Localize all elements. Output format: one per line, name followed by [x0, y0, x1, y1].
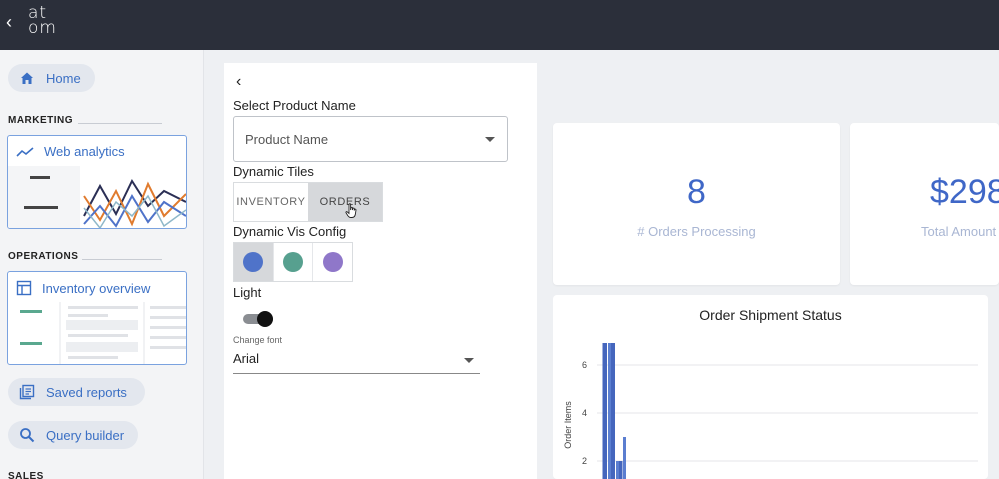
dropdown-caret-icon — [464, 358, 474, 363]
home-label: Home — [46, 70, 81, 86]
web-analytics-card[interactable]: Web analytics — [7, 135, 187, 229]
switch-knob — [257, 311, 273, 327]
web-analytics-title: Web analytics — [16, 144, 125, 159]
sidebar: Home MARKETING Web analytics OPERATIONS … — [0, 50, 204, 479]
inventory-overview-title: Inventory overview — [16, 280, 150, 296]
back-chevron-icon[interactable]: ‹ — [236, 73, 241, 91]
atom-logo[interactable]: at om — [28, 5, 57, 38]
query-builder-label: Query builder — [46, 427, 125, 443]
config-panel: ‹ Select Product Name Product Name Dynam… — [224, 63, 537, 479]
total-amount-value: $298 — [930, 173, 999, 211]
blue-dot — [243, 252, 264, 272]
y-tick-label: 4 — [582, 408, 587, 418]
color-swatch-blue[interactable] — [234, 243, 274, 281]
chart-bar[interactable] — [611, 343, 615, 479]
order-shipment-chart: Order Shipment Status Order Items 246 — [553, 295, 988, 479]
y-tick-label: 2 — [582, 456, 587, 466]
hand-cursor-icon — [345, 203, 357, 218]
inventory-overview-label: Inventory overview — [42, 280, 151, 296]
table-icon — [16, 280, 32, 296]
saved-reports-label: Saved reports — [46, 384, 127, 400]
sidebar-item-saved-reports[interactable]: Saved reports — [8, 378, 145, 406]
light-toggle-switch[interactable] — [243, 311, 275, 327]
logo-line-2: om — [28, 18, 57, 38]
select-product-label: Select Product Name — [233, 98, 356, 113]
operations-section-label: OPERATIONS — [8, 251, 79, 262]
teal-dot — [283, 252, 303, 272]
dynamic-tiles-label: Dynamic Tiles — [233, 164, 314, 179]
orders-processing-tile[interactable]: 8 # Orders Processing — [553, 123, 840, 285]
product-name-select[interactable]: Product Name — [233, 116, 508, 162]
saved-reports-icon — [18, 383, 36, 401]
chart-bar[interactable] — [619, 461, 623, 479]
font-select[interactable]: Arial — [233, 348, 480, 374]
total-amount-label: Total Amount — [921, 224, 997, 239]
vis-color-picker — [233, 242, 353, 282]
dynamic-tiles-toggle: INVENTORY ORDERS — [233, 182, 383, 222]
chart-bar[interactable] — [608, 343, 611, 479]
light-label: Light — [233, 285, 262, 300]
change-font-label: Change font — [233, 335, 283, 345]
y-tick-label: 6 — [582, 360, 587, 370]
dropdown-caret-icon — [485, 137, 495, 142]
tile-option-inventory[interactable]: INVENTORY — [234, 183, 308, 221]
sidebar-item-query-builder[interactable]: Query builder — [8, 421, 139, 449]
home-icon — [18, 69, 36, 87]
chart-bar[interactable] — [616, 461, 619, 479]
top-bar: ‹ at om — [0, 0, 999, 50]
color-swatch-purple[interactable] — [313, 243, 352, 281]
total-amount-tile[interactable]: $298 Total Amount — [850, 123, 999, 285]
purple-dot — [322, 252, 343, 272]
back-arrow-icon[interactable]: ‹ — [6, 12, 12, 33]
product-name-placeholder: Product Name — [245, 132, 329, 147]
sidebar-item-home[interactable]: Home — [8, 64, 95, 92]
section-divider — [82, 259, 162, 260]
web-analytics-label: Web analytics — [44, 144, 125, 159]
inventory-overview-card[interactable]: Inventory overview — [7, 271, 187, 365]
dynamic-vis-config-label: Dynamic Vis Config — [233, 224, 347, 239]
marketing-section-label: MARKETING — [8, 115, 74, 126]
chart-bar[interactable] — [602, 343, 608, 479]
chart-plot-area: Order Items 2 4 6 — [563, 343, 978, 479]
trending-line-icon — [16, 146, 34, 158]
color-swatch-teal[interactable] — [274, 243, 314, 281]
search-icon — [18, 426, 36, 444]
orders-processing-value: 8 — [687, 173, 706, 211]
chart-bar[interactable] — [623, 437, 626, 479]
sales-section-label: SALES — [8, 471, 44, 479]
section-divider — [78, 123, 162, 124]
orders-processing-label: # Orders Processing — [637, 224, 756, 239]
font-value: Arial — [233, 351, 260, 366]
y-axis-label: Order Items — [563, 401, 573, 449]
